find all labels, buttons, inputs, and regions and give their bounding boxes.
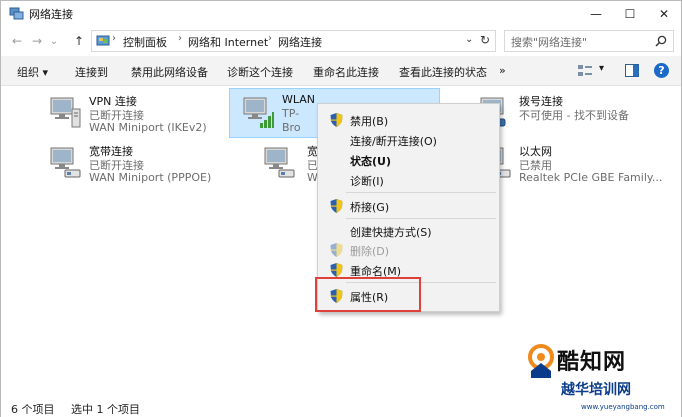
properties-highlight-box (315, 277, 421, 312)
broadband-network-icon (264, 147, 295, 178)
broadband-network-icon (50, 147, 81, 178)
maximize-button[interactable]: ☐ (613, 1, 647, 26)
breadcrumb-network-connections[interactable]: 网络连接 (278, 34, 322, 50)
menu-item-delete: 删除(D) (318, 240, 499, 260)
menu-label: 状态(U) (350, 155, 391, 168)
menu-item-bridge[interactable]: 桥接(G) (318, 196, 499, 216)
wireless-network-icon (243, 97, 274, 128)
network-connections-window: 网络连接 — ☐ ✕ ← → ⌄ ↑ › 控制面板 › 网络和 Internet… (0, 0, 682, 417)
network-folder-icon (9, 7, 24, 20)
menu-label: 创建快捷方式(S) (350, 226, 432, 239)
menu-item-create-shortcut[interactable]: 创建快捷方式(S) (318, 221, 499, 241)
menu-label: 禁用(B) (350, 115, 389, 128)
breadcrumb-separator: › (268, 33, 272, 44)
disable-device-button[interactable]: 禁用此网络设备 (131, 64, 208, 80)
up-icon[interactable]: ↑ (71, 32, 87, 50)
search-icon[interactable] (655, 35, 667, 47)
uac-shield-icon (330, 243, 343, 257)
rename-connection-button[interactable]: 重命名此连接 (313, 64, 379, 80)
address-bar[interactable]: › 控制面板 › 网络和 Internet › 网络连接 ⌄ ↻ (91, 30, 496, 52)
forward-icon[interactable]: → (29, 32, 45, 50)
recent-locations-dropdown[interactable]: ⌄ (48, 32, 60, 50)
uac-shield-icon (330, 263, 343, 277)
search-placeholder: 搜索"网络连接" (511, 36, 588, 49)
connection-status: TP- (282, 107, 300, 120)
selection-count: 选中 1 个项目 (71, 403, 140, 416)
command-bar: 组织 ▾ 连接到 禁用此网络设备 诊断这个连接 重命名此连接 查看此连接的状态 … (1, 56, 681, 86)
view-dropdown-icon[interactable]: ▾ (599, 63, 604, 74)
breadcrumb-separator: › (112, 33, 116, 44)
title-bar: 网络连接 — ☐ ✕ (1, 1, 681, 26)
connection-status: 不可使用 - 找不到设备 (519, 109, 629, 122)
menu-separator (346, 192, 496, 193)
view-status-button[interactable]: 查看此连接的状态 (399, 64, 487, 80)
connect-to-button[interactable]: 连接到 (75, 64, 108, 80)
connection-device: Bro (282, 121, 301, 134)
watermark-logo-icon (528, 344, 554, 378)
address-dropdown-icon[interactable]: ⌄ (465, 34, 473, 45)
connection-name: WLAN (282, 93, 316, 106)
connection-device: WAN Miniport (PPPOE) (89, 171, 212, 184)
refresh-icon[interactable]: ↻ (480, 33, 490, 47)
watermark-url: www.yueyangbang.com (581, 403, 665, 411)
menu-item-disable[interactable]: 禁用(B) (318, 110, 499, 130)
search-input[interactable]: 搜索"网络连接" (504, 30, 674, 52)
minimize-button[interactable]: — (579, 1, 613, 26)
menu-item-connect-disconnect[interactable]: 连接/断开连接(O) (318, 130, 499, 150)
diagnose-connection-button[interactable]: 诊断这个连接 (227, 64, 293, 80)
menu-separator (346, 218, 496, 219)
connection-item-vpn[interactable]: VPN 连接 已断开连接 WAN Miniport (IKEv2) (37, 89, 237, 139)
window-title: 网络连接 (29, 8, 73, 21)
connection-device: Realtek PCIe GBE Family... (519, 171, 663, 184)
item-count: 6 个项目 (11, 403, 55, 416)
menu-label: 诊断(I) (350, 175, 384, 188)
back-icon[interactable]: ← (9, 32, 25, 50)
control-panel-icon (96, 35, 110, 46)
uac-shield-icon (330, 113, 343, 127)
breadcrumb-control-panel[interactable]: 控制面板 (123, 34, 167, 50)
connection-device: WAN Miniport (IKEv2) (89, 121, 207, 134)
view-options-icon[interactable] (578, 64, 592, 77)
watermark-title: 酷知网 (557, 350, 627, 375)
menu-label: 连接/断开连接(O) (350, 135, 437, 148)
preview-pane-icon[interactable] (625, 64, 639, 77)
breadcrumb-network-internet[interactable]: 网络和 Internet (188, 34, 268, 50)
status-bar: 6 个项目 选中 1 个项目 (1, 398, 681, 417)
computer-network-icon (50, 97, 81, 128)
menu-item-diagnose[interactable]: 诊断(I) (318, 170, 499, 190)
close-button[interactable]: ✕ (647, 1, 681, 26)
breadcrumb-separator: › (178, 33, 182, 44)
help-icon[interactable]: ? (654, 63, 669, 78)
address-row: ← → ⌄ ↑ › 控制面板 › 网络和 Internet › 网络连接 ⌄ ↻… (1, 28, 681, 54)
watermark-subtitle: 越华培训网 (561, 382, 631, 398)
connection-item-broadband[interactable]: 宽带连接 已断开连接 WAN Miniport (PPPOE) (37, 139, 237, 189)
organize-menu[interactable]: 组织 ▾ (17, 64, 48, 80)
connection-item-broadband-2[interactable]: 宽带 已断 WA (251, 139, 329, 189)
menu-label: 删除(D) (350, 245, 390, 258)
menu-item-status[interactable]: 状态(U) (318, 150, 499, 170)
more-commands-button[interactable]: » (499, 64, 506, 77)
uac-shield-icon (330, 199, 343, 213)
menu-label: 桥接(G) (350, 201, 390, 214)
